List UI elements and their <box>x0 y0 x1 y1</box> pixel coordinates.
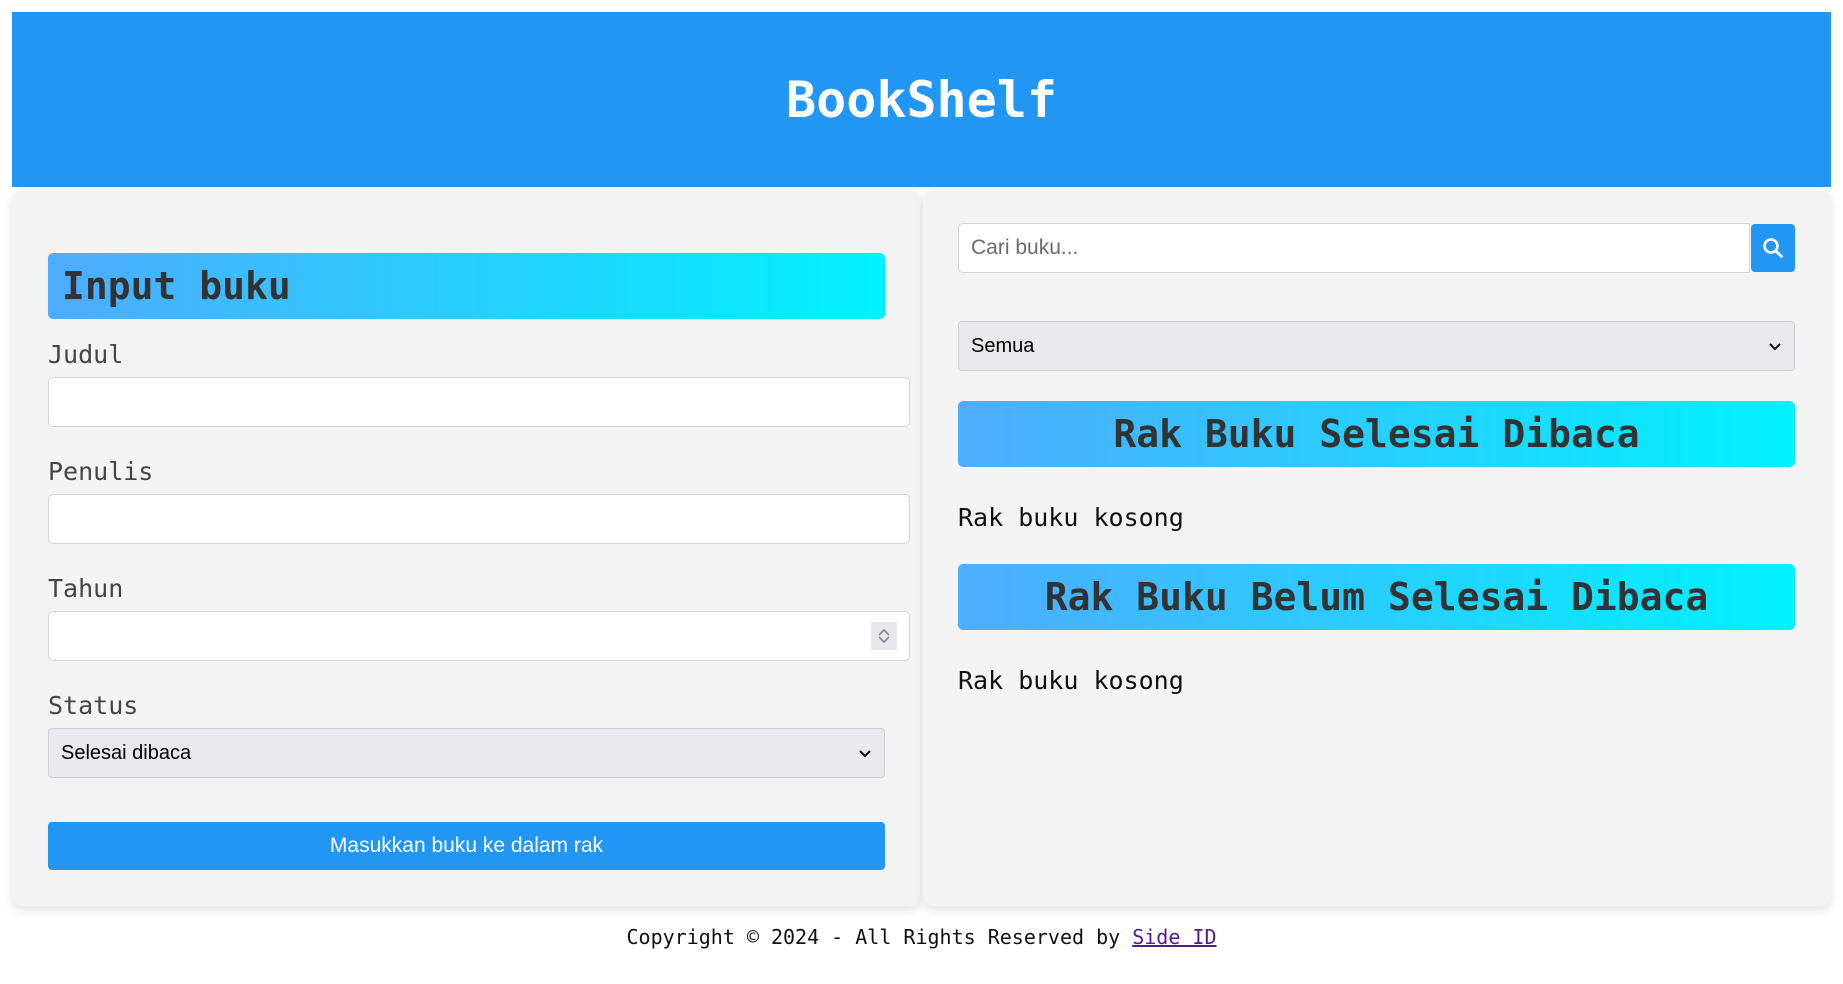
finished-shelf-heading-text: Rak Buku Selesai Dibaca <box>1113 412 1640 456</box>
unfinished-shelf-heading-text: Rak Buku Belum Selesai Dibaca <box>1044 575 1709 619</box>
submit-book-button-label: Masukkan buku ke dalam rak <box>329 834 604 857</box>
footer-text: Copyright © 2024 - All Rights Reserved b… <box>626 925 1133 949</box>
footer: Copyright © 2024 - All Rights Reserved b… <box>0 925 1843 949</box>
title-input[interactable] <box>48 377 910 427</box>
submit-book-button[interactable]: Masukkan buku ke dalam rak <box>48 822 885 870</box>
year-label: Tahun <box>48 574 124 603</box>
status-select[interactable]: Selesai dibaca <box>48 728 885 778</box>
search-placeholder: Cari buku... <box>971 236 1079 259</box>
filter-select[interactable]: Semua <box>958 321 1795 371</box>
unfinished-shelf-heading: Rak Buku Belum Selesai Dibaca <box>958 564 1795 630</box>
footer-link[interactable]: Side ID <box>1132 925 1216 949</box>
search-input[interactable]: Cari buku... <box>958 223 1750 273</box>
number-spinner-icon[interactable] <box>871 622 897 650</box>
title-label: Judul <box>48 340 124 369</box>
search-icon <box>1763 238 1783 258</box>
status-label: Status <box>48 691 139 720</box>
finished-shelf-heading: Rak Buku Selesai Dibaca <box>958 401 1795 467</box>
chevron-down-icon <box>859 750 871 758</box>
unfinished-shelf-empty: Rak buku kosong <box>958 666 1184 695</box>
author-label: Penulis <box>48 457 154 486</box>
filter-select-value: Semua <box>971 334 1035 357</box>
status-select-value: Selesai dibaca <box>61 741 192 764</box>
finished-shelf-empty: Rak buku kosong <box>958 503 1184 532</box>
input-book-heading: Input buku <box>48 253 885 319</box>
search-button[interactable] <box>1751 224 1795 272</box>
year-input[interactable] <box>48 611 910 661</box>
input-book-heading-text: Input buku <box>62 264 291 308</box>
app-header: BookShelf <box>12 12 1831 187</box>
input-book-panel: Input buku Judul Penulis Tahun Status Se… <box>12 190 920 906</box>
bookshelf-panel: Cari buku... Semua Rak Buku Selesai Diba… <box>923 190 1831 906</box>
app-title: BookShelf <box>786 70 1057 129</box>
author-input[interactable] <box>48 494 910 544</box>
chevron-down-icon <box>1769 343 1781 351</box>
